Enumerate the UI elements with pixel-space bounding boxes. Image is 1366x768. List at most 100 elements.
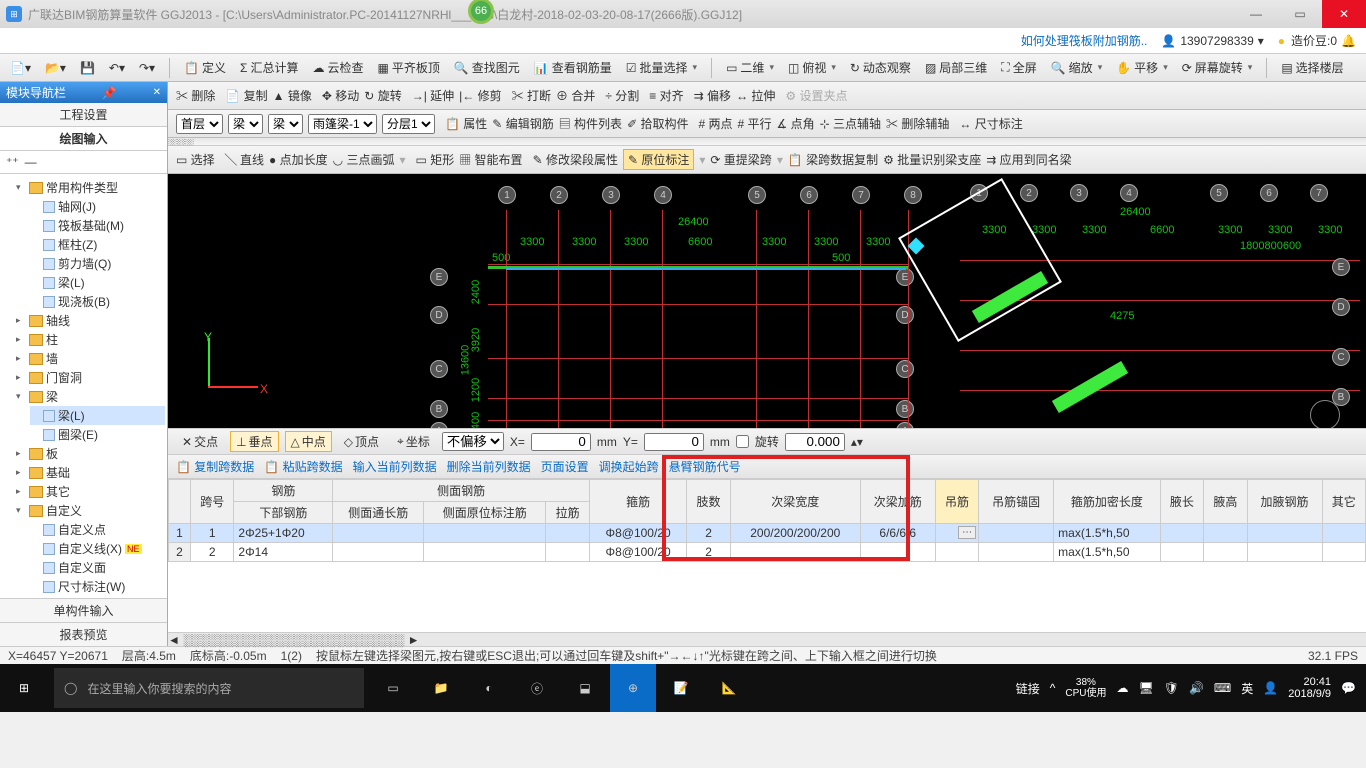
delete-col-data[interactable]: 删除当前列数据 [447,458,531,475]
tab-drawing-input[interactable]: 绘图输入 [0,127,167,151]
taskbar-app-icon[interactable]: ⊕ [610,664,656,712]
save-icon[interactable]: 💾 [76,60,99,76]
type-select[interactable]: 梁 [268,114,303,134]
zoom-button[interactable]: 🔍 缩放 [1047,58,1107,77]
rebeam-span-button[interactable]: ⟳ 重提梁跨 [710,151,771,168]
two-point-button[interactable]: # 两点 [698,115,732,132]
tree-grid[interactable]: 轴网(J) [30,197,165,216]
floor-select[interactable]: 首层 [176,114,223,134]
close-button[interactable]: ✕ [1322,0,1366,28]
table-row[interactable]: 1 1 2Φ25+1Φ20 Φ8@100/20 2 200/200/200/20… [169,524,1366,543]
col-rebar[interactable]: 钢筋 [234,480,333,502]
undo-icon[interactable]: ↶▾ [105,60,129,76]
view-rebar-button[interactable]: 📊 查看钢筋量 [530,58,616,77]
tree-ringbeam[interactable]: 圈梁(E) [30,425,165,444]
drawing-canvas[interactable]: YX 1 2 3 4 5 6 7 8 E D C B A E D C B A 2… [168,174,1366,428]
taskbar-app-icon[interactable]: 📁 [418,664,464,712]
point-angle-button[interactable]: ∡ 点角 [777,115,815,132]
tray-icon[interactable]: 🔊 [1189,681,1204,695]
offset-select[interactable]: 不偏移 [442,432,504,451]
col-bottom-rebar[interactable]: 下部钢筋 [234,502,333,524]
arc-tool[interactable]: ◡ 三点画弧 [333,151,395,168]
grip-bar[interactable]: ░░░ [168,138,1366,146]
tree-beam[interactable]: 梁 [16,387,165,406]
col-side-inplace[interactable]: 侧面原位标注筋 [424,502,546,524]
orbit-button[interactable]: ↻ 动态观察 [846,58,915,77]
tray-icon[interactable]: 👤 [1263,681,1278,695]
mirror-button[interactable]: ▲ 镜像 [273,87,312,104]
tree-custom-point[interactable]: 自定义点 [30,520,165,539]
point-length-tool[interactable]: ● 点加长度 [269,151,328,168]
col-hanger[interactable]: 吊筋 [935,480,978,524]
user-account[interactable]: 👤 13907298339 ▾ [1161,34,1263,48]
tree-axis[interactable]: 轴线 [16,311,165,330]
layer-select[interactable]: 分层1 [382,114,435,134]
local-3d-button[interactable]: ▨ 局部三维 [921,58,991,77]
col-tie[interactable]: 拉筋 [546,502,589,524]
tree-beam-shortcut[interactable]: 梁(L) [30,273,165,292]
task-view-icon[interactable]: ▭ [370,664,416,712]
input-col-data[interactable]: 输入当前列数据 [353,458,437,475]
x-input[interactable] [531,433,591,451]
tray-icon[interactable]: 🛡 [1164,681,1179,695]
split-button[interactable]: ÷ 分割 [605,87,639,104]
col-limb[interactable]: 肢数 [687,480,730,524]
minimize-button[interactable]: — [1234,0,1278,28]
rotate-input[interactable] [785,433,845,451]
taskbar-app-icon[interactable]: ⓔ [514,664,560,712]
span-data-copy-button[interactable]: 📋 梁跨数据复制 [788,151,878,168]
tree-common[interactable]: 常用构件类型 [16,178,165,197]
tray-icon[interactable]: ☁ [1117,681,1129,695]
col-sub-width[interactable]: 次梁宽度 [730,480,860,524]
col-other[interactable]: 其它 [1322,480,1365,524]
expand-icon[interactable]: ⁺⁺ [6,155,19,169]
tray-notifications-icon[interactable]: 💬 [1341,681,1356,695]
delete-aux-button[interactable]: ✂ 删除辅轴 [886,115,949,132]
line-tool[interactable]: ╲ 直线 [225,151,264,168]
col-haunch-bar[interactable]: 加腋钢筋 [1247,480,1322,524]
swap-start-span[interactable]: 调换起始跨 [599,458,659,475]
rotate-button[interactable]: ↻ 旋转 [364,87,401,104]
align-slab-button[interactable]: ▦ 平齐板顶 [373,58,443,77]
dimension-button[interactable]: ↔ 尺寸标注 [959,115,1022,132]
span-data-grid[interactable]: 跨号 钢筋 侧面钢筋 箍筋 肢数 次梁宽度 次梁加筋 吊筋 吊筋锚固 箍筋加密长… [168,478,1366,646]
sum-button[interactable]: Σ 汇总计算 [236,58,302,77]
snap-intersection[interactable]: ✕ 交点 [176,431,224,452]
tree-column[interactable]: 框柱(Z) [30,235,165,254]
parallel-button[interactable]: # 平行 [738,115,772,132]
search-box[interactable]: ◯ 在这里输入你要搜索的内容 [54,668,364,708]
cantilever-rebar[interactable]: 悬臂钢筋代号 [669,458,741,475]
col-dense-length[interactable]: 箍筋加密长度 [1054,480,1161,524]
tree-other[interactable]: 其它 [16,482,165,501]
batch-identify-support-button[interactable]: ⚙ 批量识别梁支座 [883,151,981,168]
property-button[interactable]: 📋 属性 [445,115,487,132]
tray-link[interactable]: 链接 [1016,680,1040,697]
col-stirrup[interactable]: 箍筋 [589,480,687,524]
tree-foundation[interactable]: 基础 [16,463,165,482]
open-icon[interactable]: 📂▾ [41,60,70,76]
select-floor-button[interactable]: ▤ 选择楼层 [1277,58,1347,77]
col-span[interactable]: 跨号 [191,480,234,524]
tray-cpu[interactable]: 38%CPU使用 [1065,677,1106,699]
top-view-button[interactable]: ◫ 俯视 [784,58,840,77]
taskbar-app-icon[interactable]: ⬓ [562,664,608,712]
tree-slab[interactable]: 现浇板(B) [30,292,165,311]
merge-button[interactable]: ⊕ 合并 [556,87,595,104]
tray-ime[interactable]: 英 [1241,680,1253,697]
offset-button[interactable]: ⇉ 偏移 [694,87,731,104]
tree-columns[interactable]: 柱 [16,330,165,349]
start-button[interactable]: ⊞ [0,664,48,712]
tree-walls[interactable]: 墙 [16,349,165,368]
stretch-button[interactable]: ↔ 拉伸 [736,87,775,104]
table-row[interactable]: 2 2 2Φ14 Φ8@100/20 2 max(1.5*h,50 [169,543,1366,562]
snap-perpendicular[interactable]: ⊥ 垂点 [230,431,278,452]
component-list-button[interactable]: ▤ 构件列表 [559,115,622,132]
coin-balance[interactable]: 造价豆:0 🔔 [1278,32,1356,49]
cloud-check-button[interactable]: ☁ 云检查 [308,58,367,77]
tree-custom-face[interactable]: 自定义面 [30,558,165,577]
snap-vertex[interactable]: ◇ 顶点 [338,431,385,452]
find-element-button[interactable]: 🔍 查找图元 [450,58,524,77]
break-button[interactable]: ✂ 打断 [512,87,551,104]
copy-button[interactable]: 📄 复制 [225,87,267,104]
tree-shearwall[interactable]: 剪力墙(Q) [30,254,165,273]
